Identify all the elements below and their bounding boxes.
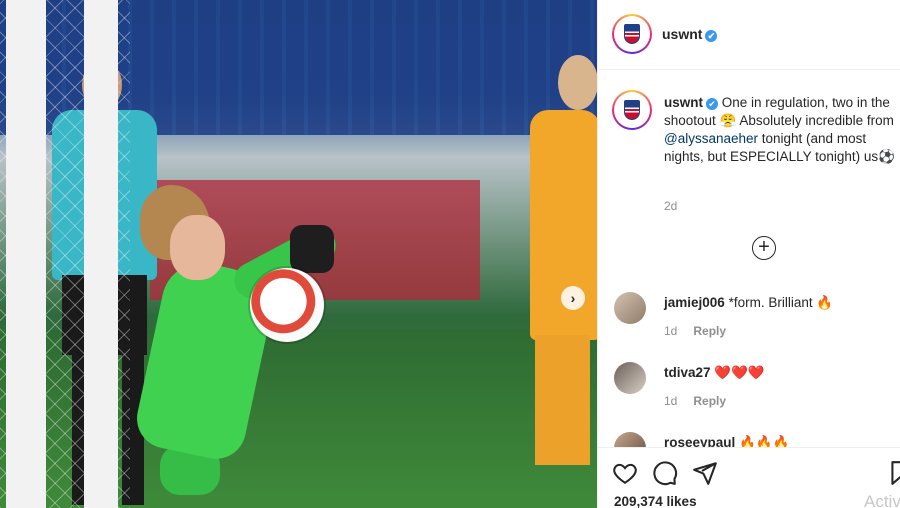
comment-text: ❤️❤️❤️ [714,365,765,380]
post-sidebar: uswnt ✔ uswnt ✔ One in regulation, two in … [597,0,900,508]
comment-timestamp: 1d [664,324,678,338]
share-icon[interactable] [692,460,718,486]
activation-watermark: Activ [864,492,900,508]
commenter-avatar[interactable] [614,292,646,324]
comment-timestamp: 1d [664,394,678,408]
goal-post [84,0,118,508]
background-player [520,55,597,465]
goalkeeper [131,185,343,495]
caption-avatar[interactable] [612,90,652,130]
heart-icon[interactable] [612,460,638,486]
comment-text: *form. Brilliant 🔥 [728,295,834,310]
caption-username[interactable]: uswnt [664,95,703,110]
next-image-button[interactable]: › [561,286,585,310]
post-actions-bar: 209,374 likes Activ [598,447,900,508]
likes-count[interactable]: 209,374 likes [614,494,697,508]
mention-link[interactable]: @alyssanaeher [664,131,758,146]
reply-button[interactable]: Reply [693,324,726,338]
avatar[interactable] [612,14,652,54]
load-more-comments-button[interactable]: + [752,236,776,260]
reply-button[interactable]: Reply [693,394,726,408]
uswnt-crest-icon [624,24,640,44]
post-photo[interactable]: › [0,0,597,508]
header-username[interactable]: uswnt ✔ [662,26,718,42]
post-header: uswnt ✔ [598,0,900,70]
comment-item: tdiva27 ❤️❤️❤️ 1d Reply [598,362,900,422]
verified-badge-icon: ✔ [706,98,718,110]
post-timestamp[interactable]: 2d [664,199,677,213]
uswnt-crest-icon [624,100,640,120]
bookmark-icon[interactable] [887,460,900,486]
comment-username[interactable]: tdiva27 [664,365,711,380]
commenter-avatar[interactable] [614,362,646,394]
post-caption: uswnt ✔ One in regulation, two in the sho… [664,94,900,166]
comment-item: jamiej006 *form. Brilliant 🔥 1d Reply [598,292,900,352]
comment-icon[interactable] [652,460,678,486]
verified-badge-icon: ✔ [705,30,718,42]
soccer-ball [250,268,324,342]
goal-post [6,0,46,508]
comment-username[interactable]: jamiej006 [664,295,725,310]
